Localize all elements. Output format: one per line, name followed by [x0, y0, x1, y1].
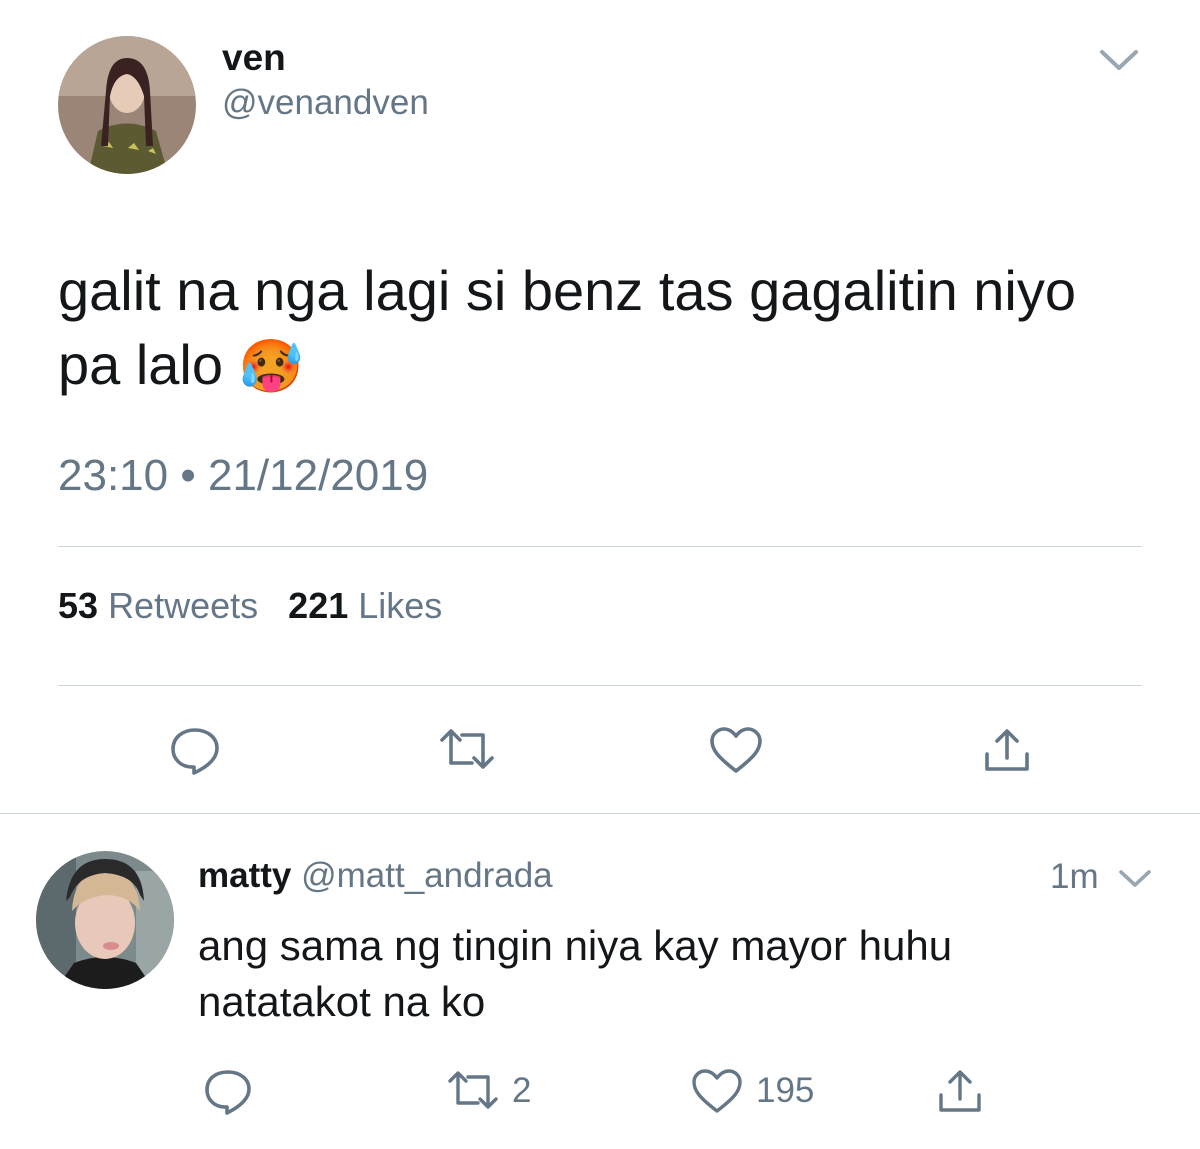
likes-stat[interactable]: 221 Likes	[288, 585, 442, 626]
main-tweet-text-end: pa lalo	[58, 333, 224, 396]
retweets-count: 53	[58, 585, 99, 626]
main-tweet-text: galit na nga lagi si benz tas gagalitin …	[58, 254, 1178, 404]
reply-like-count: 195	[756, 1071, 815, 1110]
likes-label: Likes	[358, 585, 443, 626]
section-divider	[0, 813, 1200, 814]
likes-count: 221	[288, 585, 349, 626]
reply-header: matty @matt_andrada	[198, 854, 553, 898]
main-tweet-text-line: pa lalo 🥵	[58, 328, 1178, 404]
reply-text-line: natatakot na ko	[198, 978, 486, 1025]
tweet-stats: 53 Retweets 221 Likes	[58, 584, 442, 628]
main-tweet-text-line: galit na nga lagi si benz tas gagalitin …	[58, 259, 1077, 322]
heart-icon[interactable]	[690, 1068, 744, 1116]
reply-retweet-count: 2	[512, 1071, 532, 1110]
reply-text: ang sama ng tingin niya kay mayor huhu n…	[198, 918, 1158, 1030]
retweet-icon[interactable]	[446, 1068, 500, 1112]
retweets-stat[interactable]: 53 Retweets	[58, 585, 268, 626]
timestamp-separator: •	[180, 451, 196, 500]
share-icon[interactable]	[936, 1068, 984, 1116]
tweet-timestamp: 23:10 • 21/12/2019	[58, 450, 428, 502]
tweet-date: 21/12/2019	[207, 451, 429, 500]
chevron-down-icon[interactable]	[1096, 44, 1142, 74]
reply-author-handle[interactable]: @matt_andrada	[301, 856, 553, 895]
hot-face-emoji: 🥵	[238, 338, 304, 396]
chevron-down-icon[interactable]	[1116, 866, 1154, 890]
main-author-name[interactable]: ven	[222, 36, 286, 80]
heart-icon[interactable]	[708, 726, 764, 776]
reply-icon[interactable]	[168, 724, 222, 776]
main-author-avatar[interactable]	[58, 36, 196, 174]
reply-text-line: ang sama ng tingin niya kay mayor huhu	[198, 922, 953, 969]
retweet-icon[interactable]	[438, 726, 496, 772]
reply-author-avatar[interactable]	[36, 851, 174, 989]
share-icon[interactable]	[982, 726, 1032, 776]
reply-icon[interactable]	[202, 1066, 254, 1116]
divider	[58, 546, 1142, 547]
tweet-time: 23:10	[58, 451, 169, 500]
main-author-handle[interactable]: @venandven	[222, 82, 429, 124]
retweets-label: Retweets	[108, 585, 259, 626]
divider	[58, 685, 1142, 686]
reply-age: 1m	[1050, 857, 1099, 896]
reply-author-name[interactable]: matty	[198, 856, 291, 895]
